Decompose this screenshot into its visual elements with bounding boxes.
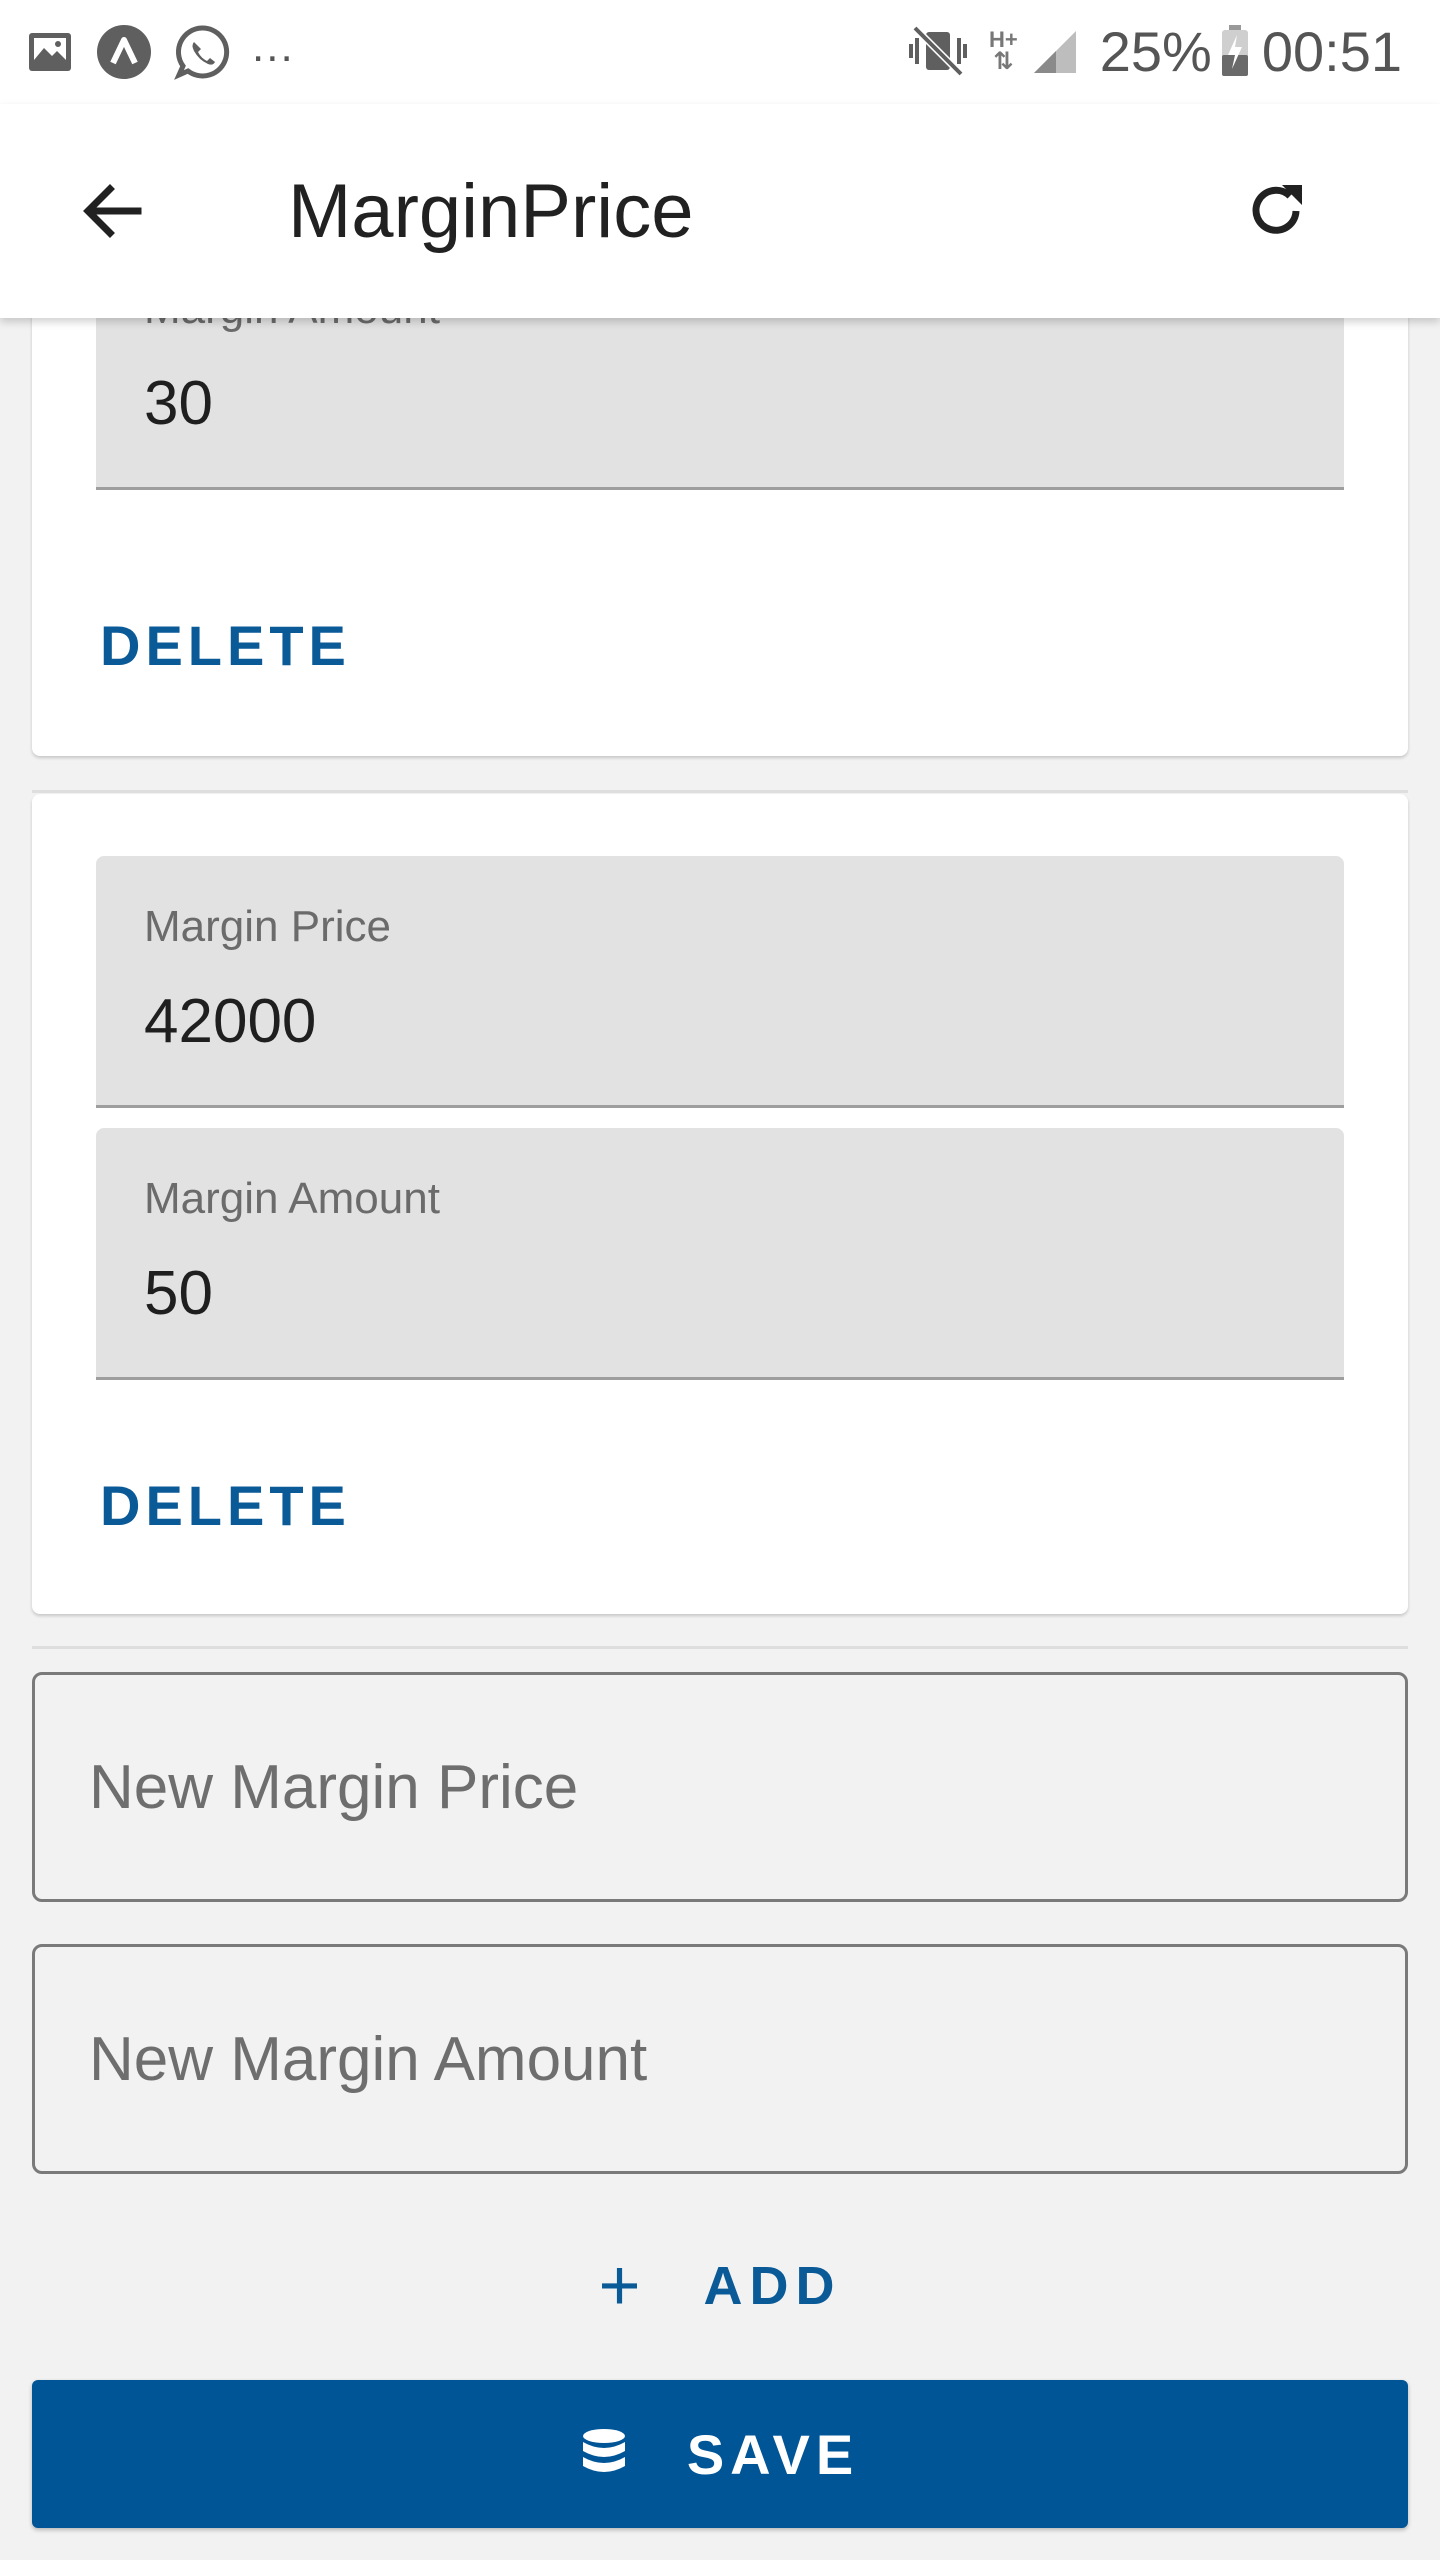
margin-amount-field[interactable]: Margin Amount 50	[96, 1128, 1344, 1380]
system-icons: H+ ⇅ 25% 00:51	[887, 18, 1402, 84]
battery-charging-icon	[1220, 25, 1250, 77]
vibrate-mute-icon	[909, 24, 968, 78]
new-margin-price-input[interactable]	[89, 1675, 1349, 1899]
delete-button[interactable]: DELETE	[100, 1474, 351, 1538]
back-button[interactable]	[60, 159, 164, 263]
refresh-button[interactable]	[1224, 159, 1328, 263]
save-button[interactable]: SAVE	[32, 2380, 1408, 2528]
refresh-icon	[1252, 185, 1302, 234]
margin-price-value: 42000	[144, 987, 317, 1056]
divider	[32, 790, 1408, 793]
margin-amount-label: Margin Amount	[144, 318, 440, 334]
add-button[interactable]: + ADD	[0, 2236, 1440, 2336]
margin-amount-value: 50	[144, 1259, 213, 1328]
margin-amount-label: Margin Amount	[144, 1174, 440, 1223]
new-margin-amount-input[interactable]	[89, 1947, 1349, 2171]
margin-amount-value: 30	[144, 369, 213, 438]
clock: 00:51	[1261, 19, 1402, 83]
margin-price-field[interactable]: Margin Price 42000	[96, 856, 1344, 1108]
battery-percent: 25%	[1099, 19, 1212, 83]
arrow-back-icon	[83, 184, 142, 238]
app-notification-icon	[96, 24, 152, 80]
new-margin-price-field[interactable]	[32, 1672, 1408, 1902]
save-button-label: SAVE	[686, 2422, 860, 2486]
app-bar: MarginPrice	[0, 104, 1440, 318]
margin-card: Margin Amount 30 DELETE	[32, 318, 1408, 756]
new-margin-amount-field[interactable]	[32, 1944, 1408, 2174]
divider	[32, 1646, 1408, 1649]
margin-list[interactable]: Margin Amount 30 DELETE Margin Price 420…	[0, 318, 1440, 2560]
margin-card: Margin Price 42000 Margin Amount 50 DELE…	[32, 794, 1408, 1614]
status-bar: ... H+ ⇅ 25% 00:51	[0, 0, 1440, 104]
network-type-icon: H+ ⇅	[989, 29, 1018, 75]
image-icon	[26, 28, 74, 76]
delete-button[interactable]: DELETE	[100, 614, 351, 678]
margin-amount-field[interactable]: Margin Amount 30	[96, 318, 1344, 490]
database-icon	[581, 2428, 627, 2480]
plus-icon: +	[598, 2246, 648, 2326]
data-arrows-icon: ⇅	[993, 48, 1014, 75]
notification-icons: ...	[26, 22, 317, 82]
page-title: MarginPrice	[288, 169, 694, 254]
signal-icon	[1030, 27, 1078, 75]
more-notifications: ...	[252, 22, 295, 71]
whatsapp-icon	[174, 24, 230, 80]
add-button-label: ADD	[703, 2256, 842, 2316]
margin-price-label: Margin Price	[144, 902, 391, 951]
